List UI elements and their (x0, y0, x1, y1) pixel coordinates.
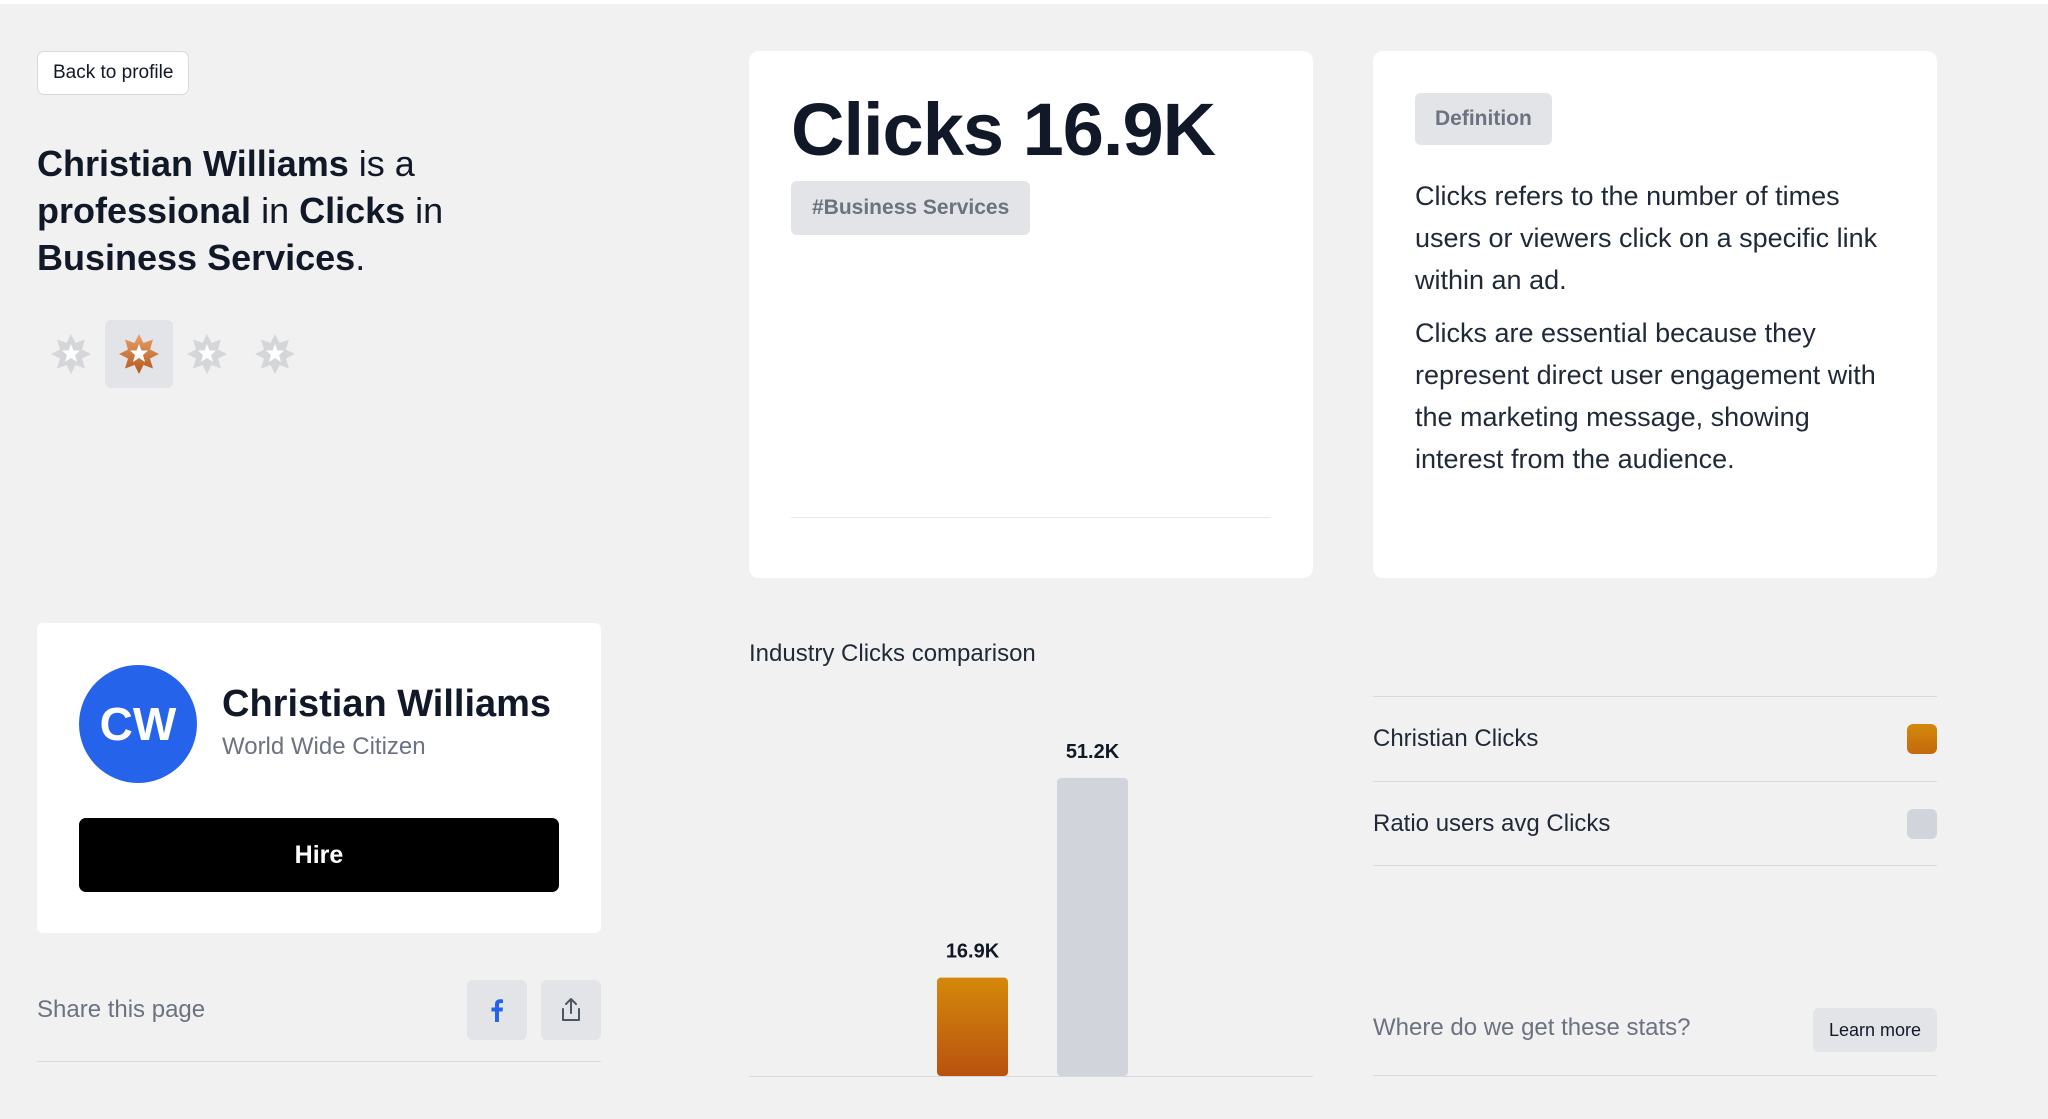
definition-paragraph: Clicks are essential because they repres… (1415, 318, 1876, 474)
chart-legend: Christian Clicks Ratio users avg Clicks (1373, 696, 1937, 866)
stat-card: Clicks 16.9K #Business Services (749, 51, 1313, 578)
headline-text: . (355, 237, 366, 278)
rating-badges (37, 320, 309, 388)
definition-paragraph: Clicks refers to the number of times use… (1415, 181, 1878, 295)
stat-title: Clicks 16.9K (791, 88, 1216, 171)
avatar: CW (79, 665, 197, 783)
definition-card: Definition Clicks refers to the number o… (1373, 51, 1937, 578)
chart-title: Industry Clicks comparison (749, 640, 1036, 667)
definition-badge: Definition (1415, 93, 1552, 145)
definition-text: Clicks refers to the number of times use… (1415, 175, 1905, 480)
headline-text: in (251, 190, 300, 231)
legend-item: Ratio users avg Clicks (1373, 781, 1937, 866)
profile-card: CW Christian Williams World Wide Citizen… (37, 623, 601, 933)
share-row: Share this page (37, 980, 601, 1062)
legend-label: Christian Clicks (1373, 725, 1539, 752)
headline-text: is a (348, 143, 415, 184)
profile-name: Christian Williams (222, 683, 552, 725)
learn-more-button[interactable]: Learn more (1812, 1008, 1937, 1052)
back-to-profile-button[interactable]: Back to profile (37, 51, 190, 95)
profile-subtitle: World Wide Citizen (222, 733, 426, 760)
badge-star-icon (37, 320, 105, 388)
headline-metric: Clicks (299, 190, 406, 231)
facebook-icon (491, 999, 503, 1022)
headline-industry: Business Services (37, 237, 356, 278)
legend-item: Christian Clicks (1373, 696, 1937, 781)
badge-star-active-icon (105, 320, 173, 388)
hire-button[interactable]: Hire (79, 818, 559, 892)
headline-level: professional (37, 190, 252, 231)
share-button[interactable] (541, 980, 601, 1040)
headline: Christian Williams is a professional in … (37, 140, 517, 281)
bar-christian-clicks (937, 977, 1008, 1076)
divider (791, 517, 1271, 518)
bar-value-label: 51.2K (1066, 741, 1120, 763)
headline-name: Christian Williams (37, 143, 349, 184)
industry-tag[interactable]: #Business Services (791, 181, 1031, 235)
legend-swatch (1907, 808, 1937, 839)
comparison-chart: 16.9K 51.2K (749, 741, 1313, 1077)
top-bar (0, 0, 2048, 4)
bar-value-label: 16.9K (946, 941, 1000, 963)
stats-source-row: Where do we get these stats? Learn more (1373, 998, 1937, 1076)
legend-swatch (1907, 724, 1937, 754)
badge-star-icon (173, 320, 241, 388)
share-label: Share this page (37, 996, 206, 1023)
badge-star-icon (241, 320, 309, 388)
headline-text: in (405, 190, 444, 231)
stats-question: Where do we get these stats? (1373, 1014, 1691, 1041)
facebook-share-button[interactable] (467, 980, 527, 1040)
share-icon (562, 998, 580, 1021)
bar-ratio-users-avg-clicks (1057, 778, 1128, 1076)
legend-label: Ratio users avg Clicks (1373, 809, 1611, 837)
